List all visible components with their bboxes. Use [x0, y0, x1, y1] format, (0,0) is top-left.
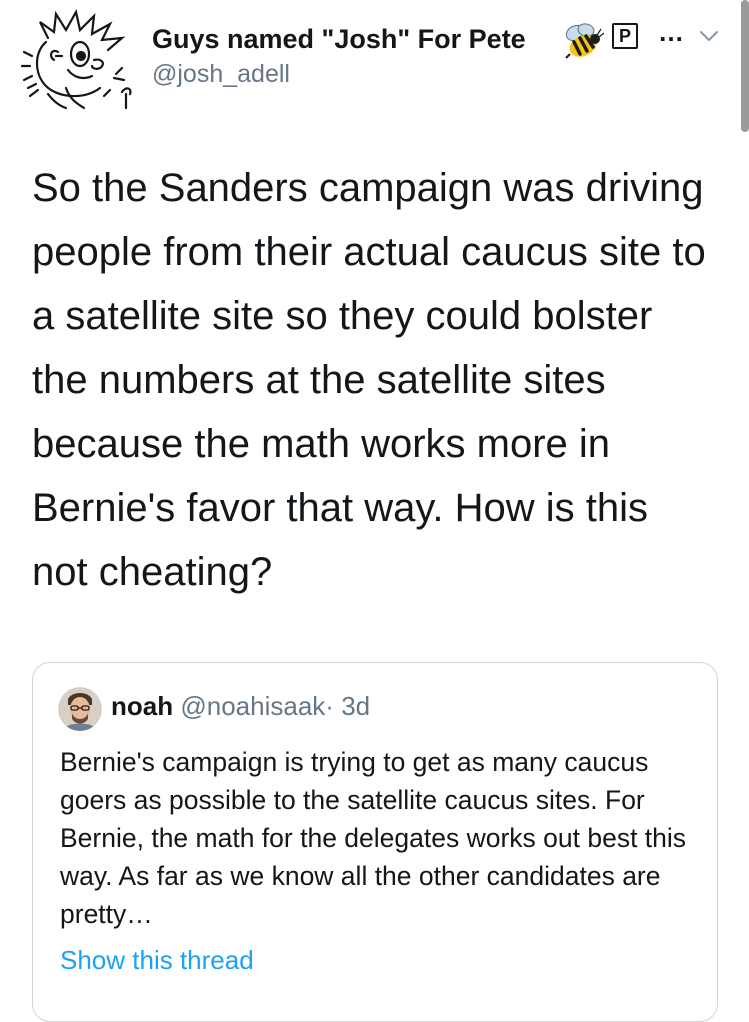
p-badge-icon: P	[612, 23, 638, 49]
tweet-text: So the Sanders campaign was driving peop…	[32, 166, 706, 594]
more-dots-icon[interactable]: …	[658, 17, 685, 48]
scrollbar[interactable]	[741, 0, 749, 132]
quote-timestamp[interactable]: 3d	[341, 691, 370, 721]
quote-header: noah @noahisaak· 3d	[111, 691, 370, 722]
quote-author-name[interactable]: noah	[111, 691, 173, 721]
quote-separator: ·	[325, 691, 334, 721]
quoted-tweet-card[interactable]: noah @noahisaak· 3d Bernie's campaign is…	[32, 662, 718, 1022]
show-thread-link[interactable]: Show this thread	[60, 945, 254, 976]
chevron-down-icon[interactable]	[700, 30, 718, 42]
quote-author-avatar[interactable]	[58, 687, 102, 731]
author-avatar[interactable]	[18, 8, 136, 114]
quote-text: Bernie's campaign is trying to get as ma…	[60, 747, 687, 929]
author-name[interactable]: Guys named "Josh" For Pete	[152, 24, 526, 55]
author-handle[interactable]: @josh_adell	[152, 60, 290, 89]
bee-icon	[565, 23, 605, 59]
quote-author-handle[interactable]: @noahisaak	[180, 691, 325, 721]
